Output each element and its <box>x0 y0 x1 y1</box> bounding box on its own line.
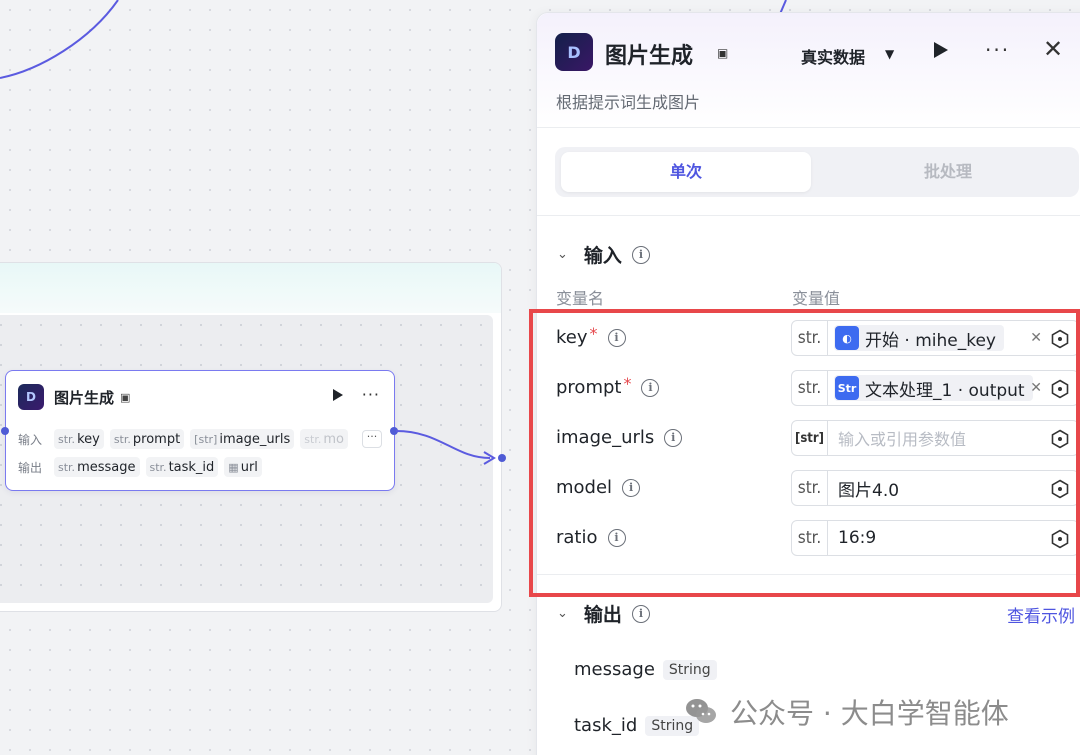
output-section-header[interactable]: ⌄ 输出 i <box>557 600 650 627</box>
output-name: task_id <box>574 715 638 736</box>
node-output-tag: ▦ url <box>224 457 262 477</box>
group-header <box>0 263 501 313</box>
watermark: 公众号 · 大白学智能体 <box>684 692 1009 732</box>
node-input-tag: [str] image_urls <box>190 429 295 449</box>
node-header: D 图片生成 ▣ ··· <box>18 383 382 411</box>
input-section-title: 输入 <box>583 245 622 267</box>
view-example-link[interactable]: 查看示例 <box>1007 602 1075 627</box>
wechat-icon <box>686 699 716 723</box>
data-mode-select[interactable]: 真实数据 <box>801 44 865 68</box>
highlight-box <box>529 309 1080 597</box>
tab-single[interactable]: 单次 <box>561 152 811 192</box>
edge-top-left <box>0 0 119 79</box>
info-icon[interactable]: i <box>631 245 650 264</box>
column-header-value: 变量值 <box>792 289 841 308</box>
node-input-port[interactable] <box>1 427 9 435</box>
node-output-tag: str. task_id <box>145 457 219 477</box>
plugin-store-icon: ▣ <box>120 390 131 404</box>
tab-batch[interactable]: 批处理 <box>823 152 1073 192</box>
column-header-name: 变量名 <box>556 289 605 308</box>
panel-logo-icon: D <box>555 33 593 71</box>
node-title: 图片生成 <box>54 388 115 407</box>
run-icon[interactable] <box>933 41 949 59</box>
more-icon[interactable]: ··· <box>985 40 1010 60</box>
close-icon[interactable]: ✕ <box>1043 37 1063 61</box>
caret-down-icon[interactable]: ▼ <box>885 47 894 61</box>
node-input-tag: str. prompt <box>109 429 185 449</box>
image-type-icon: ▦ <box>228 460 239 474</box>
chevron-down-icon[interactable]: ⌄ <box>557 247 568 262</box>
output-name: message <box>574 659 655 680</box>
node-more-inputs-button[interactable]: ··· <box>362 430 382 448</box>
node-run-icon[interactable] <box>332 388 344 402</box>
node-output-label: 输出 <box>18 460 43 475</box>
plugin-store-icon: ▣ <box>717 46 729 60</box>
output-item-message: message String <box>574 659 717 680</box>
chevron-down-icon[interactable]: ⌄ <box>557 606 568 621</box>
info-icon[interactable]: i <box>631 604 650 623</box>
node-input-row: 输入 str. key str. prompt [str] image_urls st… <box>18 428 382 450</box>
output-section-title: 输出 <box>583 604 622 626</box>
node-input-tag: str. mo <box>300 429 348 449</box>
run-mode-tabs: 单次 批处理 <box>555 147 1079 197</box>
output-type-badge: String <box>662 659 717 680</box>
panel-title: 图片生成 <box>605 44 694 69</box>
input-section-header[interactable]: ⌄ 输入 i <box>557 241 650 268</box>
node-more-icon[interactable]: ··· <box>362 385 380 404</box>
node-logo-icon: D <box>18 384 44 410</box>
node-output-port[interactable] <box>390 427 398 435</box>
image-gen-node[interactable]: D 图片生成 ▣ ··· 输入 str. key str. prompt [str]… <box>5 370 395 491</box>
panel-header: D 图片生成 ▣ 真实数据 ▼ ··· ✕ 根据提示词生成图片 <box>537 13 1080 128</box>
output-item-task-id: task_id String <box>574 715 700 736</box>
watermark-text: 公众号 · 大白学智能体 <box>730 697 1009 730</box>
node-output-row: 输出 str. message str. task_id ▦ url <box>18 456 382 478</box>
divider <box>537 215 1080 216</box>
panel-description: 根据提示词生成图片 <box>556 93 701 112</box>
node-output-tag: str. message <box>54 457 140 477</box>
node-input-label: 输入 <box>18 432 43 447</box>
node-input-tag: str. key <box>54 429 104 449</box>
